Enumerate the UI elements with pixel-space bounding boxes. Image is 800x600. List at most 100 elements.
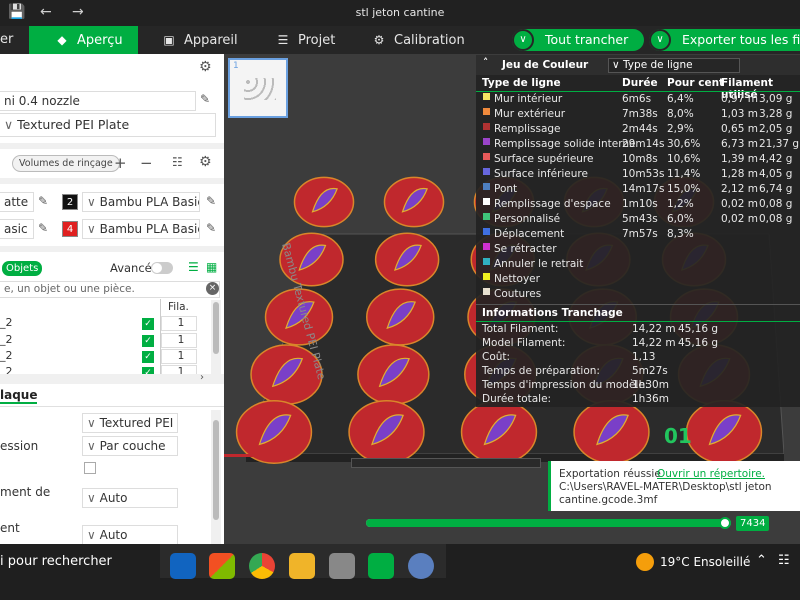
slice-info-row: Model Filament: 14,22 m 45,16 g: [476, 337, 800, 352]
layer-slider-handle[interactable]: [719, 517, 731, 529]
grid-view-icon[interactable]: ▦: [206, 260, 217, 274]
list-item[interactable]: _2 ✓ 1: [0, 316, 224, 332]
collapse-icon[interactable]: ˄: [483, 57, 488, 69]
tab-prepare[interactable]: er: [0, 26, 28, 54]
store-icon[interactable]: [209, 553, 235, 579]
tab-label: Projet: [298, 33, 336, 48]
remove-icon[interactable]: −: [140, 154, 153, 172]
scrollbar[interactable]: [211, 300, 221, 374]
layer-slider-track[interactable]: [366, 519, 731, 527]
fila-field[interactable]: 1: [161, 349, 197, 364]
first-layer-setting[interactable]: ∨ Auto: [82, 488, 178, 508]
slice-info-row: Temps de préparation: 5m27s: [476, 365, 800, 380]
fila-field[interactable]: 1: [161, 316, 197, 331]
tab-preview[interactable]: ◆ Aperçu: [29, 26, 138, 54]
advanced-toggle[interactable]: [151, 262, 173, 274]
row-pct: 2,9%: [667, 123, 694, 135]
token-model: [357, 344, 430, 405]
checkbox[interactable]: ✓: [142, 351, 154, 363]
token-model: [573, 400, 650, 464]
list-item[interactable]: _2 ✓ 1: [0, 333, 224, 349]
export-all-button[interactable]: ∨ Exporter tous les fichi: [649, 29, 800, 51]
open-folder-link[interactable]: Ouvrir un répertoire.: [657, 468, 765, 480]
horizontal-slider[interactable]: [351, 458, 541, 468]
color-swatch: [483, 213, 490, 220]
plate-thumbnail[interactable]: 1: [228, 58, 288, 118]
settings-icon[interactable]: ⚙: [199, 59, 212, 75]
fila-field[interactable]: 1: [161, 365, 197, 374]
color-swatch: [483, 153, 490, 160]
plate-type-setting[interactable]: ∨ Textured PEI ...: [82, 413, 178, 433]
sun-icon: [636, 553, 654, 571]
filament-select[interactable]: ∨ Bambu PLA Basic: [82, 192, 200, 212]
sync-icon[interactable]: ☷: [172, 155, 183, 169]
app-icon[interactable]: [329, 553, 355, 579]
tab-device[interactable]: ▣ Appareil: [160, 26, 260, 54]
line-type-row: Surface supérieure 10m8s 10,6% 1,39 m 4,42 g: [476, 153, 800, 168]
scrollbar-thumb[interactable]: [213, 420, 219, 520]
outlook-icon[interactable]: [170, 553, 196, 579]
row-pct: 30,6%: [667, 138, 701, 150]
toggle-knob: [152, 263, 162, 273]
weather-text[interactable]: 19°C Ensoleillé: [660, 555, 750, 569]
horizontal-scrollbar[interactable]: ›: [0, 372, 224, 384]
filament-swatch[interactable]: 4: [62, 221, 78, 237]
edit-icon[interactable]: ✎: [200, 92, 210, 106]
chevron-down-icon[interactable]: ∨: [512, 29, 534, 51]
row-name: Personnalisé: [494, 213, 561, 225]
filament-select[interactable]: ∨ Bambu PLA Basic: [82, 219, 200, 239]
setting-value: Auto: [99, 491, 128, 505]
flush-volumes-button[interactable]: Volumes de rinçage: [12, 155, 120, 172]
plate-number: 01: [664, 424, 692, 448]
object-name: _2: [0, 365, 13, 374]
layers-icon: ◆: [57, 33, 67, 47]
network-icon[interactable]: ☷: [778, 553, 790, 568]
chevron-right-icon[interactable]: ›: [200, 372, 204, 383]
fila-field[interactable]: 1: [161, 333, 197, 348]
color-swatch: [483, 273, 490, 280]
setting-value: Auto: [99, 528, 128, 542]
list-item[interactable]: _2 ✓ 1: [0, 349, 224, 365]
tab-objects[interactable]: Objets: [2, 261, 43, 276]
chevron-up-icon[interactable]: ⌃: [756, 553, 767, 568]
add-icon[interactable]: +: [114, 154, 127, 172]
bambu-studio-icon[interactable]: [368, 553, 394, 579]
line-type-select[interactable]: ∨ Type de ligne: [608, 58, 740, 73]
scrollbar[interactable]: [211, 410, 221, 544]
row-g: 4,05 g: [759, 168, 793, 180]
taskbar-search[interactable]: i pour rechercher: [0, 554, 112, 569]
filament-type-select[interactable]: asic: [0, 219, 34, 239]
checkbox[interactable]: ✓: [142, 367, 154, 374]
chrome-icon[interactable]: [249, 553, 275, 579]
paint-icon[interactable]: [408, 553, 434, 579]
filament-swatch[interactable]: 2: [62, 194, 78, 210]
setting-label: ent: [0, 521, 20, 535]
chevron-down-icon[interactable]: ∨: [649, 29, 671, 51]
checkbox[interactable]: [84, 462, 96, 474]
settings-icon[interactable]: ⚙: [199, 154, 212, 170]
list-item[interactable]: _2 ✓ 1: [0, 365, 224, 374]
app-window: 💾 ← → stl jeton cantine er ◆ Aperçu ▣ Appa…: [0, 0, 800, 600]
edit-icon[interactable]: ✎: [206, 194, 216, 208]
checkbox[interactable]: ✓: [142, 335, 154, 347]
printer-select[interactable]: ni 0.4 nozzle: [0, 91, 196, 111]
chevron-down-icon: ∨: [612, 59, 624, 71]
tab-project[interactable]: ☰ Projet: [274, 26, 364, 54]
edit-icon[interactable]: ✎: [38, 194, 48, 208]
list-view-icon[interactable]: ☰: [188, 260, 199, 274]
edit-icon[interactable]: ✎: [206, 221, 216, 235]
object-search-input[interactable]: e, un objet ou une pièce.: [0, 281, 220, 298]
folder-icon[interactable]: [289, 553, 315, 579]
edit-icon[interactable]: ✎: [38, 221, 48, 235]
plate-type-select[interactable]: ∨ Textured PEI Plate: [0, 113, 216, 137]
filament-type-select[interactable]: atte: [0, 192, 34, 212]
clear-search-icon[interactable]: ×: [206, 282, 219, 295]
color-swatch: [483, 228, 490, 235]
other-layer-setting[interactable]: ∨ Auto: [82, 525, 178, 545]
tab-calibration[interactable]: ⚙ Calibration: [370, 26, 480, 54]
scrollbar-thumb[interactable]: [213, 302, 219, 354]
slice-all-button[interactable]: ∨ Tout trancher: [512, 29, 644, 51]
checkbox[interactable]: ✓: [142, 318, 154, 330]
print-sequence-setting[interactable]: ∨ Par couche: [82, 436, 178, 456]
info-v2: 45,16 g: [678, 323, 719, 335]
